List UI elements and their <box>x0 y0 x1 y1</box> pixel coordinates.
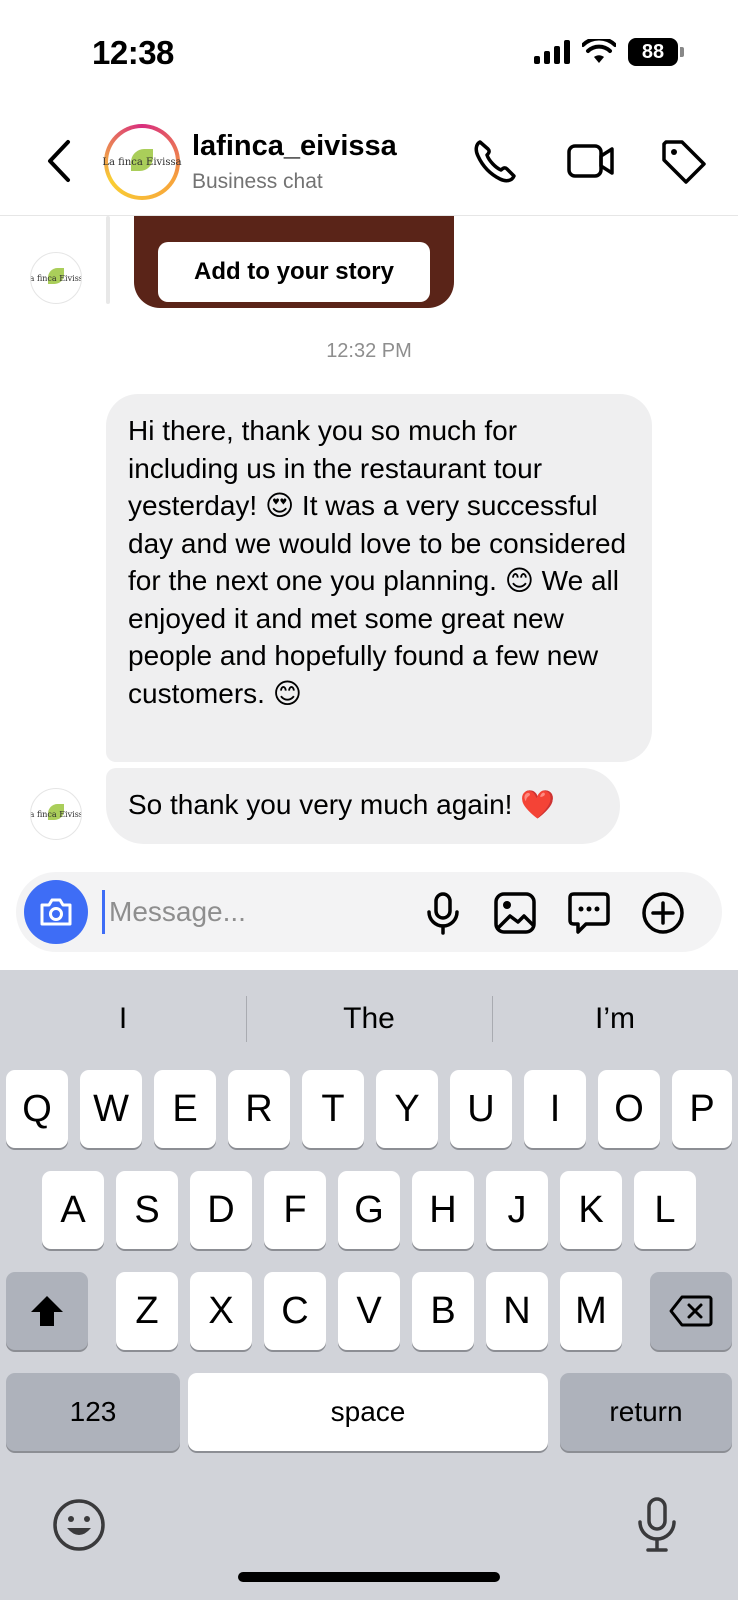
key[interactable]: G <box>338 1171 400 1249</box>
space-key[interactable]: space <box>188 1373 548 1451</box>
message-bubble[interactable]: Hi there, thank you so much for includin… <box>106 394 652 762</box>
dictation-icon[interactable] <box>632 1496 682 1554</box>
backspace-icon <box>669 1295 713 1327</box>
key[interactable]: T <box>302 1070 364 1148</box>
message-timestamp: 12:32 PM <box>326 340 412 362</box>
key[interactable]: E <box>154 1070 216 1148</box>
key[interactable]: V <box>338 1272 400 1350</box>
chat-header: La finca Eivissa lafinca_eivissa Busines… <box>0 110 738 216</box>
message-bubble[interactable]: So thank you very much again! ❤️ <box>106 768 620 844</box>
sender-avatar[interactable]: La finca Eivissa <box>30 788 82 840</box>
suggestion-item[interactable]: I <box>0 986 246 1052</box>
key[interactable]: L <box>634 1171 696 1249</box>
camera-icon <box>40 898 72 926</box>
key[interactable]: U <box>450 1070 512 1148</box>
return-key[interactable]: return <box>560 1373 732 1451</box>
home-indicator[interactable] <box>238 1572 500 1582</box>
microphone-icon[interactable] <box>420 890 466 936</box>
numbers-key[interactable]: 123 <box>6 1373 180 1451</box>
shift-key[interactable] <box>6 1272 88 1350</box>
suggestion-item[interactable]: The <box>246 986 492 1052</box>
key[interactable]: M <box>560 1272 622 1350</box>
chat-bubble-icon[interactable] <box>566 890 612 936</box>
key[interactable]: H <box>412 1171 474 1249</box>
key[interactable]: W <box>80 1070 142 1148</box>
status-time: 12:38 <box>92 34 174 71</box>
chat-username[interactable]: lafinca_eivissa <box>192 130 397 163</box>
key[interactable]: K <box>560 1171 622 1249</box>
suggestion-item[interactable]: I’m <box>492 986 738 1052</box>
tag-icon[interactable] <box>658 136 708 186</box>
key[interactable]: J <box>486 1171 548 1249</box>
profile-avatar[interactable]: La finca Eivissa <box>102 124 182 200</box>
story-share-card[interactable]: Add to your story <box>134 216 454 308</box>
key[interactable]: P <box>672 1070 732 1148</box>
key[interactable]: Z <box>116 1272 178 1350</box>
message-input[interactable] <box>102 890 402 934</box>
key[interactable]: R <box>228 1070 290 1148</box>
add-to-story-button[interactable]: Add to your story <box>158 242 430 302</box>
back-icon[interactable] <box>40 138 80 184</box>
add-icon[interactable] <box>640 890 686 936</box>
predictive-suggestions: I The I’m <box>0 986 738 1052</box>
key[interactable]: F <box>264 1171 326 1249</box>
key[interactable]: O <box>598 1070 660 1148</box>
phone-call-icon[interactable] <box>470 136 520 186</box>
key[interactable]: B <box>412 1272 474 1350</box>
gallery-icon[interactable] <box>492 890 538 936</box>
cellular-signal-icon <box>534 40 570 64</box>
logo-text: La finca Eivissa <box>30 809 81 819</box>
video-call-icon[interactable] <box>566 136 616 186</box>
status-bar: 12:38 88 <box>0 0 738 100</box>
key[interactable]: S <box>116 1171 178 1249</box>
logo-text: La finca Eivissa <box>102 156 182 168</box>
logo-text: La finca Eivissa <box>30 273 81 283</box>
key[interactable]: X <box>190 1272 252 1350</box>
reply-line <box>106 216 110 304</box>
key[interactable]: Q <box>6 1070 68 1148</box>
battery-icon: 88 <box>628 38 684 66</box>
keyboard: I The I’m Q W E R T Y U I O P A S D F G … <box>0 970 738 1600</box>
key[interactable]: D <box>190 1171 252 1249</box>
wifi-icon <box>582 39 616 63</box>
chat-thread[interactable]: Add to your story La finca Eivissa 12:32… <box>0 216 738 860</box>
delete-key[interactable] <box>650 1272 732 1350</box>
chat-subtitle: Business chat <box>192 170 323 193</box>
key[interactable]: A <box>42 1171 104 1249</box>
battery-level: 88 <box>641 40 665 63</box>
sender-avatar[interactable]: La finca Eivissa <box>30 252 82 304</box>
camera-button[interactable] <box>24 880 88 944</box>
shift-icon <box>31 1296 63 1326</box>
status-icons: 88 <box>534 38 684 66</box>
key[interactable]: Y <box>376 1070 438 1148</box>
key[interactable]: I <box>524 1070 586 1148</box>
emoji-icon[interactable] <box>52 1498 106 1552</box>
key[interactable]: C <box>264 1272 326 1350</box>
brand-logo: La finca Eivissa <box>102 131 182 193</box>
message-composer <box>16 872 722 952</box>
key[interactable]: N <box>486 1272 548 1350</box>
